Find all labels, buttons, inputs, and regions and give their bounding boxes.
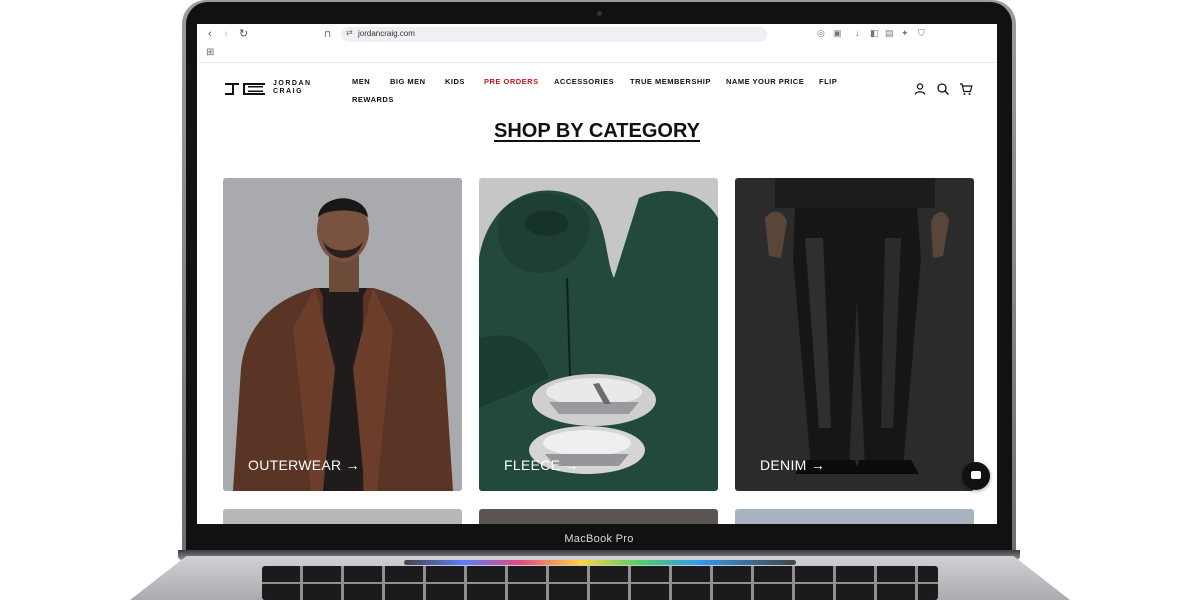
category-label-outerwear: OUTERWEAR →: [248, 457, 360, 473]
search-icon[interactable]: [936, 82, 950, 96]
device-label: MacBook Pro: [564, 533, 634, 545]
logo-line-2: CRAIG: [273, 88, 304, 95]
translate-icon[interactable]: ▣: [833, 28, 842, 39]
forward-icon[interactable]: ›: [224, 27, 228, 41]
category-card-row2-2[interactable]: [479, 509, 718, 524]
fleece-image: [479, 178, 718, 491]
nav-accessories[interactable]: ACCESSORIES: [554, 77, 614, 86]
nav-big-men[interactable]: BIG MEN: [390, 77, 426, 86]
account-icon[interactable]: [913, 82, 927, 96]
category-label-fleece: FLEECE →: [504, 457, 579, 473]
shield-icon[interactable]: ⛉: [918, 28, 925, 39]
category-card-row2-3[interactable]: [735, 509, 974, 524]
category-card-fleece[interactable]: FLEECE →: [479, 178, 718, 491]
download-icon[interactable]: ↓: [855, 28, 860, 38]
ai-icon[interactable]: ✦: [901, 28, 909, 39]
reload-icon[interactable]: ↻: [239, 27, 248, 41]
nav-true-membership[interactable]: TRUE MEMBERSHIP: [630, 77, 711, 86]
back-icon[interactable]: ‹: [208, 27, 212, 41]
touch-bar: [404, 560, 796, 565]
nav-men[interactable]: MEN: [352, 77, 370, 86]
chat-icon: [971, 471, 981, 479]
logo-mark: [225, 83, 265, 95]
sidebar-icon[interactable]: ◧: [870, 28, 879, 39]
bookmarks-bar: ⊞: [197, 44, 997, 63]
category-card-row2-1[interactable]: [223, 509, 462, 524]
chat-button[interactable]: [962, 462, 990, 490]
extension-icon[interactable]: ◎: [817, 28, 825, 39]
bookmark-icon[interactable]: ⊓: [324, 27, 331, 41]
section-title: SHOP BY CATEGORY: [494, 120, 700, 142]
category-label-denim: DENIM →: [760, 457, 826, 473]
logo-line-1: JORDAN: [273, 80, 312, 87]
logo[interactable]: JORDAN CRAIG: [225, 80, 315, 102]
nav-name-your-price[interactable]: NAME YOUR PRICE: [726, 77, 804, 86]
outerwear-image: [223, 178, 462, 491]
laptop-chin: MacBook Pro: [186, 526, 1012, 552]
nav-pre-orders[interactable]: PRE ORDERS: [484, 77, 539, 86]
laptop-screen: ‹ › ↻ ⊓ ⇄ jordancraig.com ◎ ▣ ↓ ◧ ▤ ✦ ⛉ …: [197, 24, 997, 524]
category-card-outerwear[interactable]: OUTERWEAR →: [223, 178, 462, 491]
nav-rewards[interactable]: REWARDS: [352, 95, 394, 104]
browser-toolbar: ‹ › ↻ ⊓ ⇄ jordancraig.com ◎ ▣ ↓ ◧ ▤ ✦ ⛉: [197, 24, 997, 44]
nav-kids[interactable]: KIDS: [445, 77, 465, 86]
site-header: JORDAN CRAIG MEN BIG MEN KIDS PRE ORDERS…: [197, 62, 997, 112]
cart-icon[interactable]: [959, 82, 973, 96]
nav-flip[interactable]: FLIP: [819, 77, 837, 86]
logo-text: JORDAN CRAIG: [273, 80, 312, 96]
webcam: [597, 11, 602, 16]
keyboard-row-gap: [262, 582, 938, 584]
site-settings-icon[interactable]: ⇄: [346, 28, 353, 37]
wallet-icon[interactable]: ▤: [885, 28, 894, 39]
address-bar[interactable]: ⇄ jordancraig.com: [341, 27, 767, 42]
apps-icon[interactable]: ⊞: [206, 47, 214, 58]
category-card-denim[interactable]: DENIM →: [735, 178, 974, 491]
url-text: jordancraig.com: [358, 29, 415, 38]
denim-image: [735, 178, 974, 491]
